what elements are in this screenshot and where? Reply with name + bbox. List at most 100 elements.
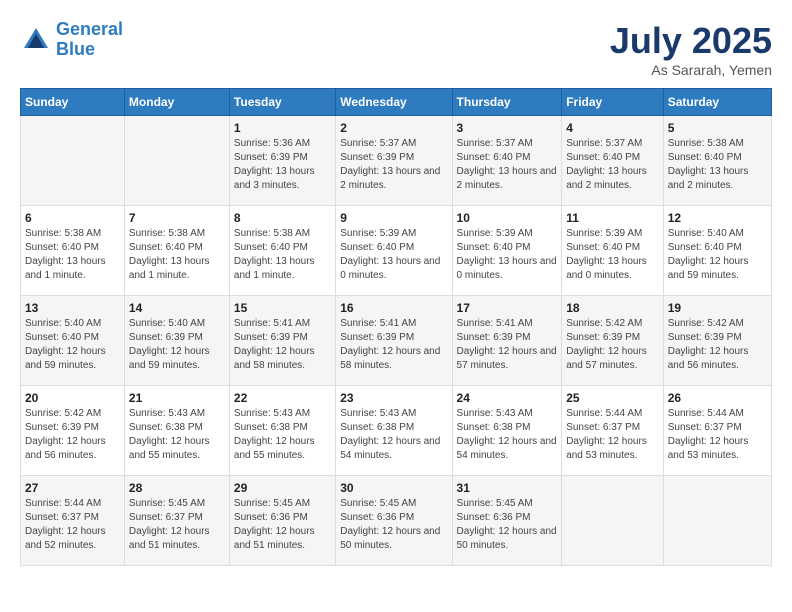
week-row-3: 13 Sunrise: 5:40 AM Sunset: 6:40 PM Dayli… [21, 296, 772, 386]
day-number: 24 [457, 391, 558, 405]
page-header: General Blue July 2025 As Sararah, Yemen [20, 20, 772, 78]
calendar-cell: 6 Sunrise: 5:38 AM Sunset: 6:40 PM Daylig… [21, 206, 125, 296]
calendar-cell: 10Sunrise: 5:39 AM Sunset: 6:40 PM Dayli… [452, 206, 562, 296]
calendar-cell: 8Sunrise: 5:38 AM Sunset: 6:40 PM Daylig… [229, 206, 335, 296]
day-number: 17 [457, 301, 558, 315]
day-info: Sunrise: 5:45 AM Sunset: 6:36 PM Dayligh… [234, 497, 331, 553]
day-info: Sunrise: 5:38 AM Sunset: 6:40 PM Dayligh… [234, 227, 331, 283]
header-saturday: Saturday [663, 89, 771, 116]
calendar-cell: 22 Sunrise: 5:43 AM Sunset: 6:38 PM Dayli… [229, 386, 335, 476]
calendar-cell [562, 476, 664, 566]
day-info: Sunrise: 5:38 AM Sunset: 6:40 PM Dayligh… [129, 227, 225, 283]
header-sunday: Sunday [21, 89, 125, 116]
day-info: Sunrise: 5:41 AM Sunset: 6:39 PM Dayligh… [234, 317, 331, 373]
day-number: 25 [566, 391, 659, 405]
day-number: 11 [566, 211, 659, 225]
day-info: Sunrise: 5:37 AM Sunset: 6:40 PM Dayligh… [457, 137, 558, 193]
day-number: 12 [668, 211, 767, 225]
day-number: 2 [340, 121, 447, 135]
header-thursday: Thursday [452, 89, 562, 116]
day-info: Sunrise: 5:42 AM Sunset: 6:39 PM Dayligh… [566, 317, 659, 373]
day-number: 3 [457, 121, 558, 135]
day-number: 1 [234, 121, 331, 135]
calendar-cell: 24 Sunrise: 5:43 AM Sunset: 6:38 PM Dayli… [452, 386, 562, 476]
week-row-2: 6 Sunrise: 5:38 AM Sunset: 6:40 PM Daylig… [21, 206, 772, 296]
day-number: 30 [340, 481, 447, 495]
day-number: 7 [129, 211, 225, 225]
calendar-cell: 19 Sunrise: 5:42 AM Sunset: 6:39 PM Dayli… [663, 296, 771, 386]
day-info: Sunrise: 5:41 AM Sunset: 6:39 PM Dayligh… [340, 317, 447, 373]
calendar-cell: 28 Sunrise: 5:45 AM Sunset: 6:37 PM Dayli… [124, 476, 229, 566]
day-info: Sunrise: 5:45 AM Sunset: 6:36 PM Dayligh… [340, 497, 447, 553]
day-number: 9 [340, 211, 447, 225]
calendar-cell: 12 Sunrise: 5:40 AM Sunset: 6:40 PM Dayli… [663, 206, 771, 296]
day-number: 22 [234, 391, 331, 405]
week-row-1: 1Sunrise: 5:36 AM Sunset: 6:39 PM Daylig… [21, 116, 772, 206]
day-number: 26 [668, 391, 767, 405]
day-number: 28 [129, 481, 225, 495]
calendar-cell [21, 116, 125, 206]
day-number: 21 [129, 391, 225, 405]
calendar-cell: 1Sunrise: 5:36 AM Sunset: 6:39 PM Daylig… [229, 116, 335, 206]
week-row-5: 27 Sunrise: 5:44 AM Sunset: 6:37 PM Dayli… [21, 476, 772, 566]
calendar-cell: 17 Sunrise: 5:41 AM Sunset: 6:39 PM Dayli… [452, 296, 562, 386]
day-info: Sunrise: 5:39 AM Sunset: 6:40 PM Dayligh… [457, 227, 558, 283]
calendar-cell: 2Sunrise: 5:37 AM Sunset: 6:39 PM Daylig… [336, 116, 452, 206]
calendar-table: SundayMondayTuesdayWednesdayThursdayFrid… [20, 88, 772, 566]
day-info: Sunrise: 5:38 AM Sunset: 6:40 PM Dayligh… [25, 227, 120, 283]
day-info: Sunrise: 5:40 AM Sunset: 6:40 PM Dayligh… [25, 317, 120, 373]
header-wednesday: Wednesday [336, 89, 452, 116]
day-info: Sunrise: 5:43 AM Sunset: 6:38 PM Dayligh… [234, 407, 331, 463]
calendar-cell: 29 Sunrise: 5:45 AM Sunset: 6:36 PM Dayli… [229, 476, 335, 566]
calendar-cell: 18Sunrise: 5:42 AM Sunset: 6:39 PM Dayli… [562, 296, 664, 386]
calendar-cell: 21Sunrise: 5:43 AM Sunset: 6:38 PM Dayli… [124, 386, 229, 476]
calendar-cell: 30 Sunrise: 5:45 AM Sunset: 6:36 PM Dayli… [336, 476, 452, 566]
calendar-cell: 9Sunrise: 5:39 AM Sunset: 6:40 PM Daylig… [336, 206, 452, 296]
calendar-header-row: SundayMondayTuesdayWednesdayThursdayFrid… [21, 89, 772, 116]
logo: General Blue [20, 20, 123, 60]
day-number: 31 [457, 481, 558, 495]
day-info: Sunrise: 5:44 AM Sunset: 6:37 PM Dayligh… [25, 497, 120, 553]
logo-icon [20, 24, 52, 56]
header-tuesday: Tuesday [229, 89, 335, 116]
day-number: 5 [668, 121, 767, 135]
day-info: Sunrise: 5:45 AM Sunset: 6:36 PM Dayligh… [457, 497, 558, 553]
calendar-cell: 16 Sunrise: 5:41 AM Sunset: 6:39 PM Dayli… [336, 296, 452, 386]
day-number: 16 [340, 301, 447, 315]
day-number: 20 [25, 391, 120, 405]
calendar-cell: 15 Sunrise: 5:41 AM Sunset: 6:39 PM Dayli… [229, 296, 335, 386]
calendar-cell: 14 Sunrise: 5:40 AM Sunset: 6:39 PM Dayli… [124, 296, 229, 386]
day-info: Sunrise: 5:40 AM Sunset: 6:39 PM Dayligh… [129, 317, 225, 373]
day-number: 23 [340, 391, 447, 405]
week-row-4: 20Sunrise: 5:42 AM Sunset: 6:39 PM Dayli… [21, 386, 772, 476]
day-info: Sunrise: 5:42 AM Sunset: 6:39 PM Dayligh… [668, 317, 767, 373]
day-number: 6 [25, 211, 120, 225]
day-number: 14 [129, 301, 225, 315]
day-info: Sunrise: 5:44 AM Sunset: 6:37 PM Dayligh… [566, 407, 659, 463]
calendar-cell: 11 Sunrise: 5:39 AM Sunset: 6:40 PM Dayli… [562, 206, 664, 296]
calendar-cell: 27 Sunrise: 5:44 AM Sunset: 6:37 PM Dayli… [21, 476, 125, 566]
day-number: 4 [566, 121, 659, 135]
day-info: Sunrise: 5:40 AM Sunset: 6:40 PM Dayligh… [668, 227, 767, 283]
day-number: 27 [25, 481, 120, 495]
day-number: 29 [234, 481, 331, 495]
calendar-cell: 4 Sunrise: 5:37 AM Sunset: 6:40 PM Daylig… [562, 116, 664, 206]
day-info: Sunrise: 5:37 AM Sunset: 6:40 PM Dayligh… [566, 137, 659, 193]
main-title: July 2025 [610, 20, 772, 62]
day-number: 19 [668, 301, 767, 315]
calendar-cell: 25 Sunrise: 5:44 AM Sunset: 6:37 PM Dayli… [562, 386, 664, 476]
header-monday: Monday [124, 89, 229, 116]
calendar-cell: 31 Sunrise: 5:45 AM Sunset: 6:36 PM Dayli… [452, 476, 562, 566]
calendar-cell: 26Sunrise: 5:44 AM Sunset: 6:37 PM Dayli… [663, 386, 771, 476]
day-info: Sunrise: 5:39 AM Sunset: 6:40 PM Dayligh… [566, 227, 659, 283]
calendar-cell [663, 476, 771, 566]
calendar-cell: 3 Sunrise: 5:37 AM Sunset: 6:40 PM Daylig… [452, 116, 562, 206]
calendar-cell: 13 Sunrise: 5:40 AM Sunset: 6:40 PM Dayli… [21, 296, 125, 386]
day-info: Sunrise: 5:43 AM Sunset: 6:38 PM Dayligh… [457, 407, 558, 463]
day-info: Sunrise: 5:45 AM Sunset: 6:37 PM Dayligh… [129, 497, 225, 553]
day-number: 13 [25, 301, 120, 315]
subtitle: As Sararah, Yemen [610, 62, 772, 78]
day-info: Sunrise: 5:41 AM Sunset: 6:39 PM Dayligh… [457, 317, 558, 373]
day-info: Sunrise: 5:38 AM Sunset: 6:40 PM Dayligh… [668, 137, 767, 193]
day-number: 15 [234, 301, 331, 315]
